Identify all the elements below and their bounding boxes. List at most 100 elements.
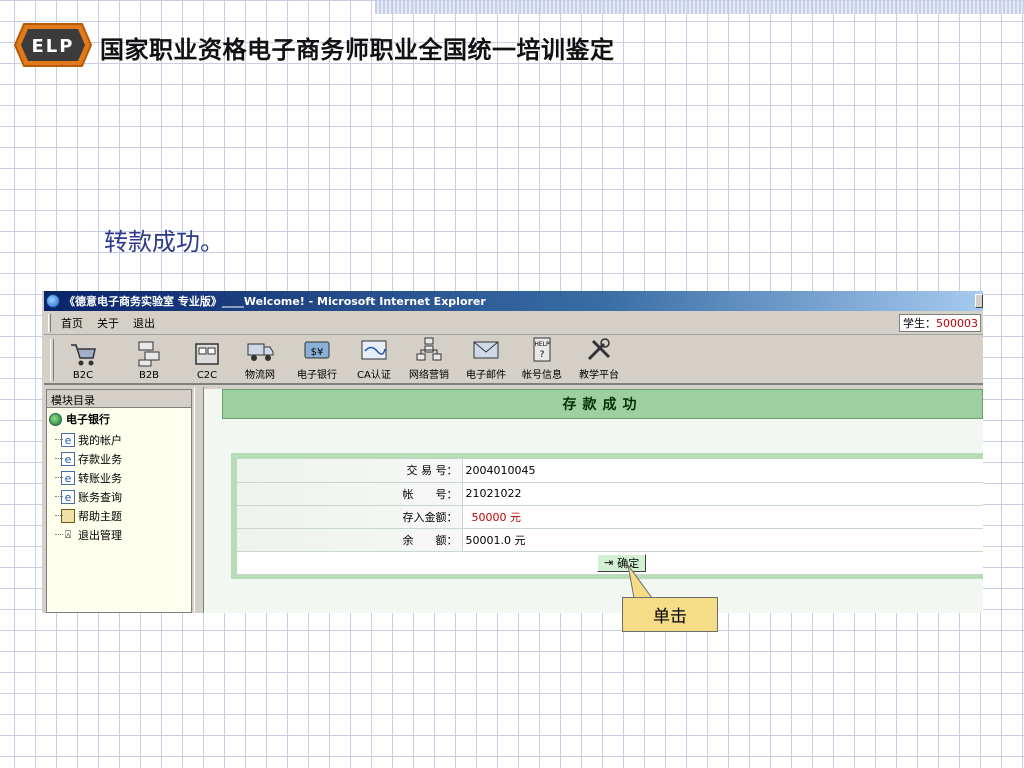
student-label: 学生： [903, 317, 936, 330]
elp-logo: ELP [14, 23, 92, 67]
ie-window: 《德意电子商务实验室 专业版》____Welcome! - Microsoft … [42, 291, 983, 613]
button-cell: ⇥ 确定 [237, 551, 983, 575]
bank-icon: $¥ [304, 341, 330, 359]
success-banner: 存款成功 [222, 389, 983, 419]
toolbar-label: 电子邮件 [466, 370, 506, 381]
table-row: 余 额： 50001.0 元 [237, 528, 983, 552]
result-panel: 交 易 号： 2004010045 帐 号： 21021022 存入金额： 50… [231, 453, 983, 579]
toolbar-ca[interactable]: CA认证 [357, 336, 391, 381]
sidebar-header: 模块目录 [47, 390, 191, 408]
toolbar-b2c[interactable]: B2C [68, 340, 98, 381]
sidebar-item-label: 存款业务 [78, 452, 122, 466]
toolbar-logistics[interactable]: 物流网 [245, 336, 275, 381]
tree-root-label: 电子银行 [66, 413, 110, 426]
row-label: 余 额： [237, 528, 463, 552]
window-titlebar[interactable]: 《德意电子商务实验室 专业版》____Welcome! - Microsoft … [44, 291, 983, 311]
toolbar-label: 教学平台 [579, 370, 619, 381]
main-frame: 存款成功 交 易 号： 2004010045 帐 号： 21021022 存入金… [204, 389, 983, 613]
tools-icon [587, 338, 611, 361]
sidebar-item-my-account[interactable]: e 我的帐户 [47, 430, 191, 449]
menu-home[interactable]: 首页 [61, 315, 83, 331]
svg-text:ELP: ELP [32, 36, 75, 57]
table-row: 帐 号： 21021022 [237, 482, 983, 506]
page-icon: e [61, 432, 75, 447]
svg-text:HELP: HELP [534, 341, 550, 348]
toolbar-grip [50, 339, 54, 381]
table-row: 存入金额： 50000 元 [237, 505, 983, 529]
page-icon: e [61, 451, 75, 466]
row-value: 50001.0 元 [462, 528, 983, 552]
toolbar-label: 物流网 [245, 370, 275, 381]
sidebar-item-label: 我的帐户 [78, 433, 122, 447]
mail-icon [473, 341, 499, 359]
toolbar-label: C2C [196, 370, 218, 381]
callout-pointer [627, 565, 653, 599]
sidebar-item-label: 退出管理 [78, 528, 122, 542]
page-icon: e [61, 489, 75, 504]
toolbar-account[interactable]: HELP? 帐号信息 [522, 336, 562, 381]
network-icon [138, 341, 160, 367]
module-sidebar: 模块目录 电子银行 e 我的帐户 e 存款业务 e 转账业务 e 账务查询 帮助… [46, 389, 192, 613]
table-row: 交 易 号： 2004010045 [237, 459, 983, 483]
slide-caption: 转款成功。 [104, 228, 224, 256]
row-label: 帐 号： [237, 482, 463, 506]
org-chart-icon [416, 337, 442, 361]
row-label: 存入金额： [237, 505, 463, 529]
sidebar-item-deposit[interactable]: e 存款业务 [47, 449, 191, 468]
sidebar-item-label: 账务查询 [78, 490, 122, 504]
toolbar-b2b[interactable]: B2B [134, 340, 164, 381]
sidebar-item-transfer[interactable]: e 转账业务 [47, 468, 191, 487]
click-callout: 单击 [622, 597, 718, 632]
row-value: 2004010045 [462, 459, 983, 483]
toolbar-label: 网络营销 [409, 370, 449, 381]
certificate-icon [361, 340, 387, 360]
enter-icon: ⇥ [604, 556, 614, 569]
result-table: 交 易 号： 2004010045 帐 号： 21021022 存入金额： 50… [237, 459, 983, 575]
top-decoration [375, 0, 1024, 14]
c2c-icon [195, 343, 219, 365]
row-value: 21021022 [462, 482, 983, 506]
table-row: ⇥ 确定 [237, 551, 983, 575]
toolbar-label: 帐号信息 [522, 370, 562, 381]
svg-text:?: ? [540, 350, 545, 360]
toolbar-email[interactable]: 电子邮件 [466, 336, 506, 381]
page-icon: e [61, 470, 75, 485]
toolbar-marketing[interactable]: 网络营销 [409, 336, 449, 381]
toolbar-c2c[interactable]: C2C [192, 340, 222, 381]
toolbar-label: B2B [138, 370, 160, 381]
app-menubar: 首页 关于 退出 学生： 500003 [44, 311, 983, 335]
student-id: 500003 [936, 316, 978, 330]
sidebar-item-statement[interactable]: e 账务查询 [47, 487, 191, 506]
slide-title: 国家职业资格电子商务师职业全国统一培训鉴定 [100, 36, 615, 64]
truck-icon [247, 343, 274, 361]
module-toolbar: B2C B2B C2C 物流网 $¥ 电子银行 CA认证 网络营销 电子邮件 H… [44, 335, 983, 385]
globe-icon [49, 412, 62, 426]
window-control-button[interactable] [975, 294, 983, 308]
menu-about[interactable]: 关于 [97, 315, 119, 331]
sidebar-item-label: 转账业务 [78, 471, 122, 485]
sidebar-item-logout[interactable]: ⍓ 退出管理 [47, 525, 191, 544]
tree-root-ebank[interactable]: 电子银行 [47, 408, 191, 430]
sidebar-item-help[interactable]: 帮助主题 [47, 506, 191, 525]
help-icon: HELP? [533, 337, 551, 362]
deposit-amount: 50000 元 [471, 510, 522, 524]
toolbar-label: 电子银行 [297, 370, 337, 381]
svg-text:$¥: $¥ [311, 347, 324, 358]
toolbar-label: CA认证 [357, 370, 391, 381]
toolbar-label: B2C [72, 370, 94, 381]
row-label: 交 易 号： [237, 459, 463, 483]
exit-icon: ⍓ [64, 527, 72, 541]
toolbar-teaching[interactable]: 教学平台 [579, 336, 619, 381]
book-icon [61, 508, 75, 523]
sidebar-item-label: 帮助主题 [78, 509, 122, 523]
toolbar-ebank[interactable]: $¥ 电子银行 [297, 336, 337, 381]
frame-splitter[interactable] [194, 387, 204, 613]
cart-icon [71, 344, 96, 366]
menu-exit[interactable]: 退出 [133, 315, 155, 331]
student-indicator: 学生： 500003 [899, 314, 981, 332]
ie-icon [46, 294, 60, 308]
row-value-cell: 50000 元 [462, 505, 983, 529]
window-content: 模块目录 电子银行 e 我的帐户 e 存款业务 e 转账业务 e 账务查询 帮助… [44, 387, 983, 613]
menubar-grip [48, 313, 51, 332]
window-title: 《德意电子商务实验室 专业版》____Welcome! - Microsoft … [64, 295, 486, 308]
